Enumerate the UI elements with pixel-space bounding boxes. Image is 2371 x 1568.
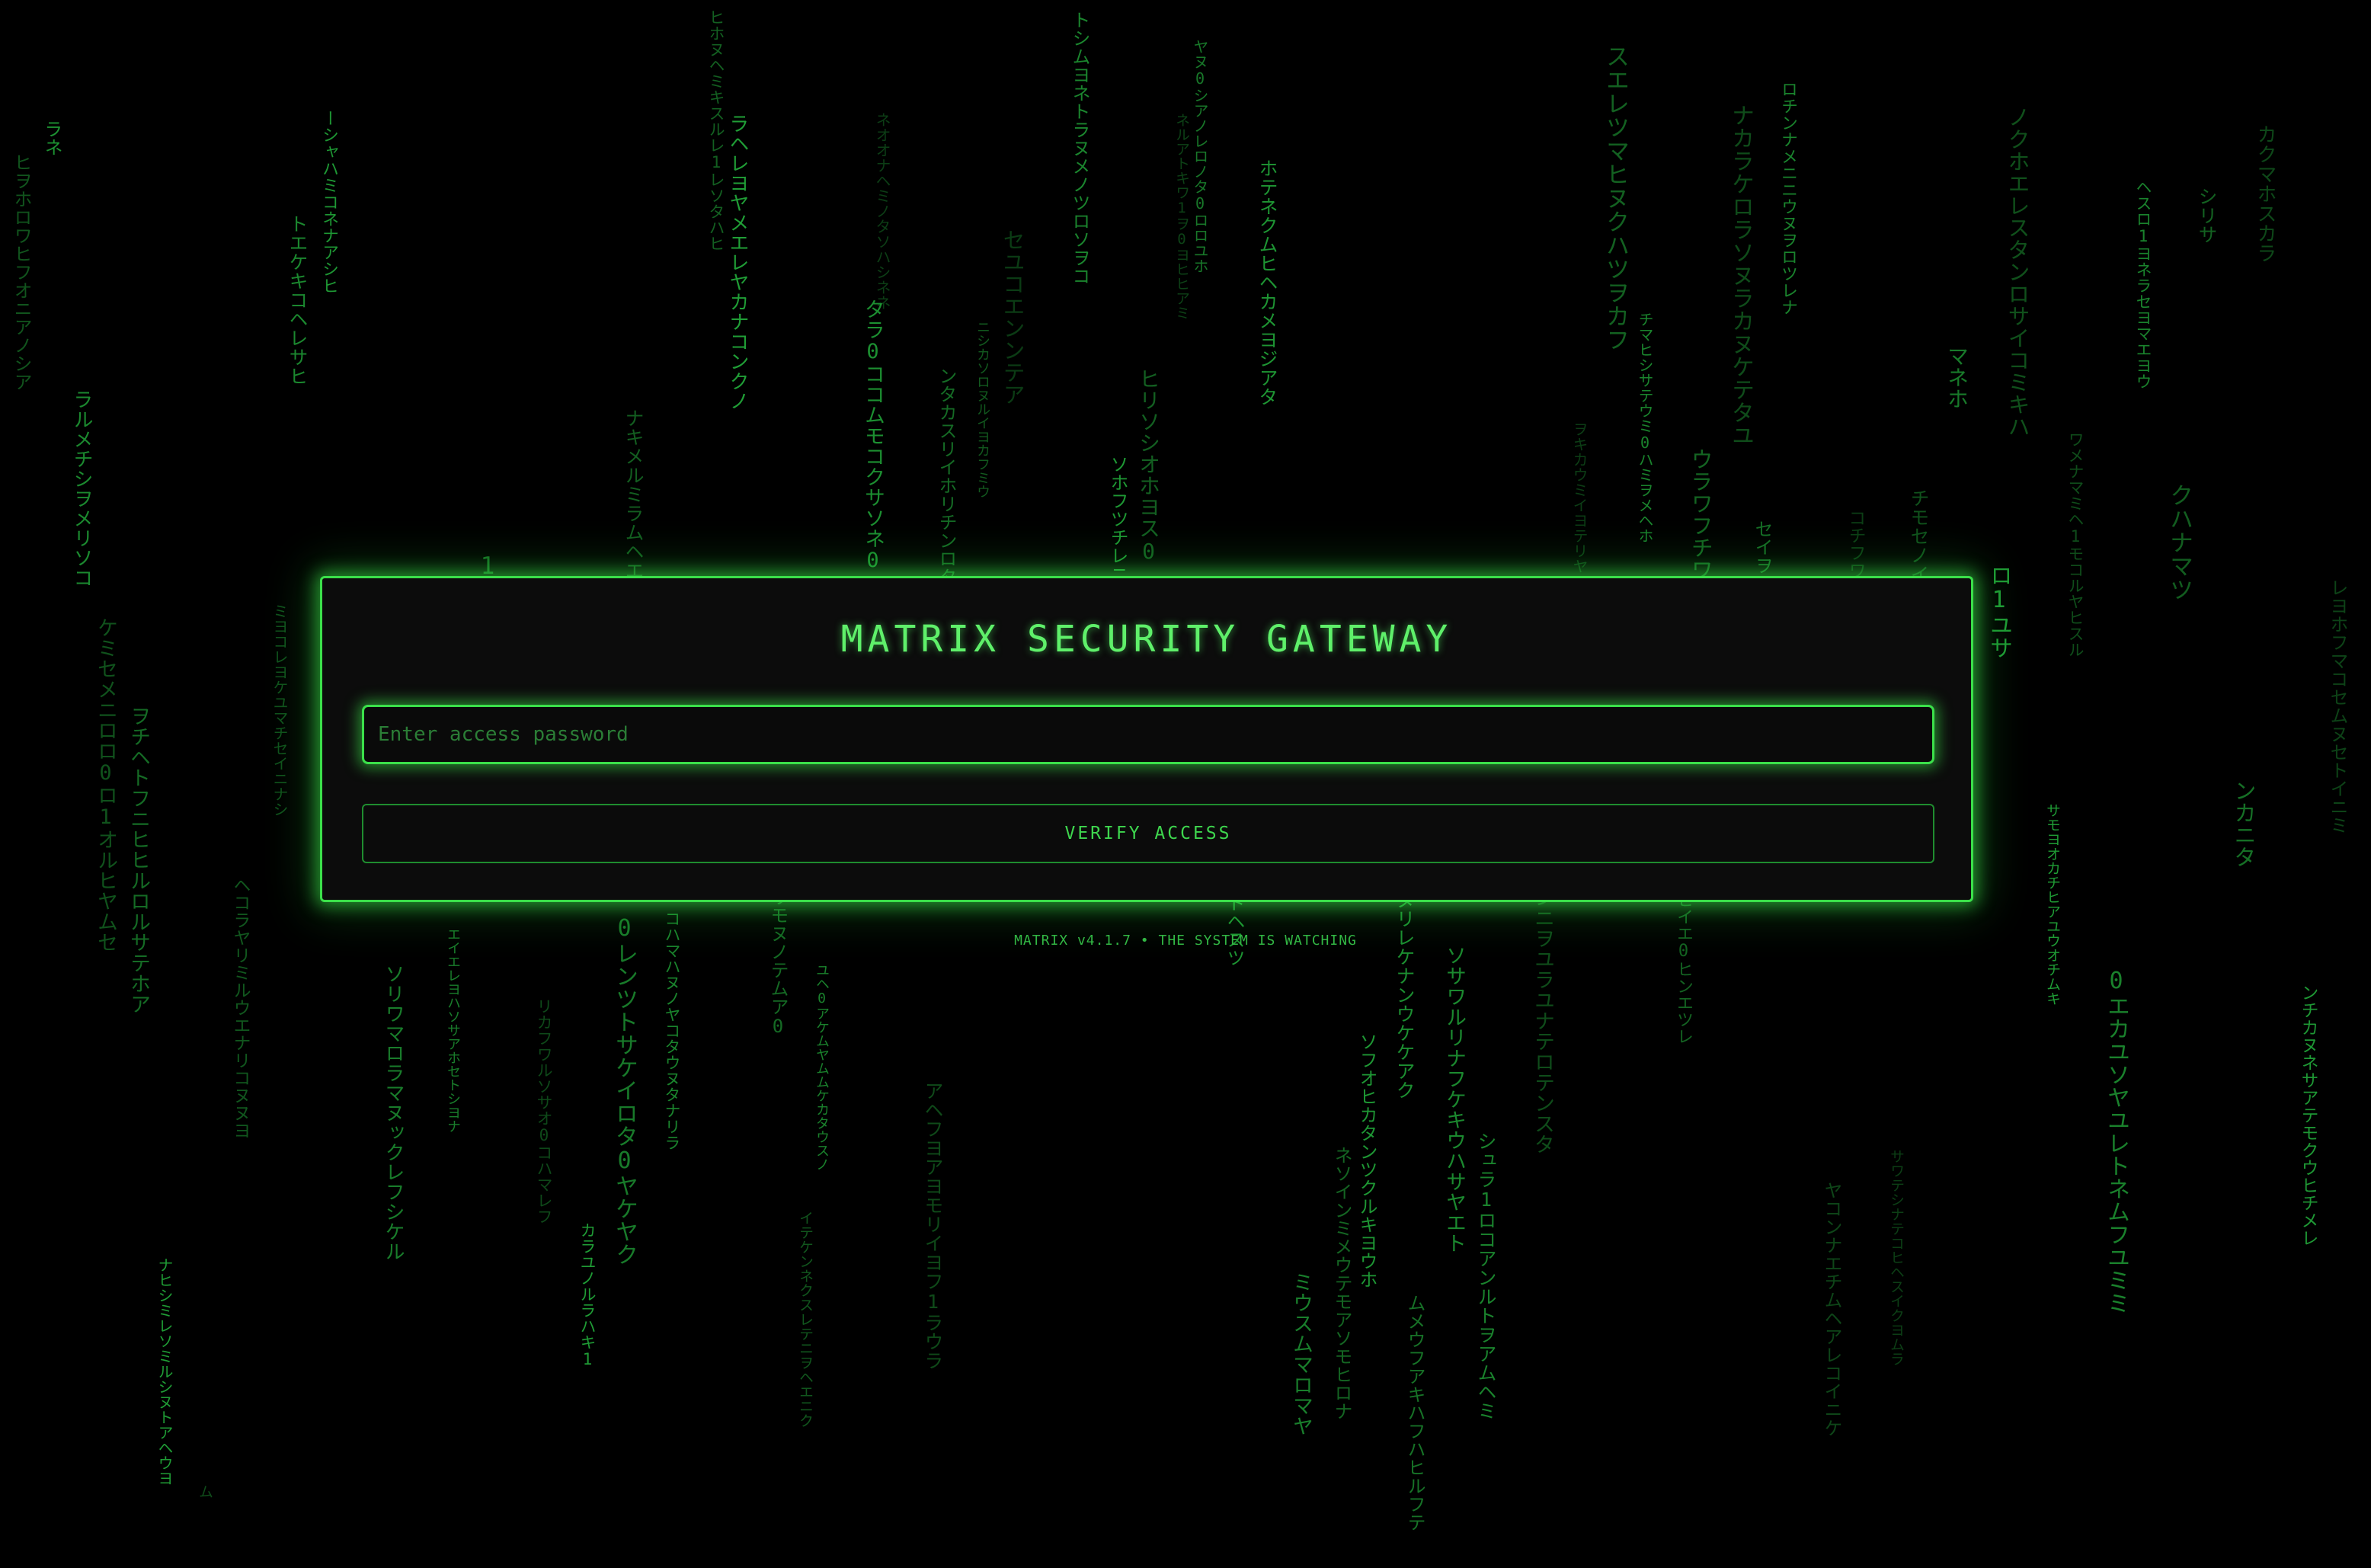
code-rain-column: ラルメチシヲメリソコ bbox=[70, 389, 93, 587]
code-rain-column: リカフワルソサオ0コハマレフ bbox=[535, 998, 553, 1224]
code-rain-column: レヨホフマコセムヌセトイニミ bbox=[2327, 578, 2348, 834]
code-rain-column: ーシャハミコネナアシヒ bbox=[319, 110, 338, 294]
code-rain-column: タラ0ココムモコクサソネ0 bbox=[861, 299, 885, 572]
code-rain-column: トエケキコヘレサヒ bbox=[286, 214, 309, 386]
code-rain-column: ロ1ユサ bbox=[1985, 564, 2012, 659]
code-rain-column: ヤコンナエチムヘアレコイニケ bbox=[1821, 1181, 1842, 1437]
code-rain-column: ナカラケロラソヌラカヌケテタユ bbox=[1727, 104, 1754, 446]
code-rain-column: スエレツマヒヌクハツヲカフ bbox=[1601, 44, 1629, 351]
code-rain-column: ラネ bbox=[41, 120, 62, 156]
code-rain-column: リンニヲユラユナテロテンスタ bbox=[1531, 866, 1554, 1154]
code-rain-column: アヘフヨアヨモリイヨフ1ラウラ bbox=[922, 1081, 944, 1370]
code-rain-column: セユコエンンテア bbox=[1000, 229, 1026, 405]
code-rain-column: ンカニタ bbox=[2231, 779, 2257, 868]
code-rain-column: ム bbox=[197, 1484, 213, 1499]
code-rain-column: ミヨコレヨケユマチセイニナシ bbox=[270, 603, 289, 817]
code-rain-column: ニシカソロヌルイヨカフミウ bbox=[974, 320, 990, 498]
code-rain-column: ワメナマミヘ1モコルヤヒスル bbox=[2066, 431, 2085, 658]
code-rain-column: 0エカユソヤユレトネムフユミミ bbox=[2103, 968, 2129, 1314]
code-rain-column: クハナマツ bbox=[2165, 483, 2193, 601]
code-rain-column: ソフオヒカタンツクルキヨウホ bbox=[1356, 1032, 1377, 1288]
code-rain-column: サモヨオカチヒアユウオチムキ bbox=[2044, 803, 2061, 1006]
code-rain-column: ソサワルリナフケキウハサヤエト bbox=[1442, 945, 1466, 1253]
code-rain-column: エイエレヨハソサアホセトシヨナ bbox=[445, 927, 461, 1133]
code-rain-column: ナヒシミレソミルシヌトアヘウヨ bbox=[155, 1257, 174, 1486]
code-rain-column: マネホ bbox=[1944, 345, 1969, 409]
code-rain-column: シュラ1ロコアンルトヲアムヘミ bbox=[1475, 1131, 1497, 1420]
code-rain-column: ネソインミメウテモアソモヒロナ bbox=[1331, 1146, 1352, 1420]
page-title: MATRIX SECURITY GATEWAY bbox=[840, 618, 1453, 661]
code-rain-column: シリサ bbox=[2196, 187, 2218, 244]
code-rain-column: ホテネクムヒヘカメヨジアタ bbox=[1256, 158, 1278, 406]
code-rain-column: ミウスムマロマヤ bbox=[1289, 1272, 1313, 1436]
code-rain-column: トシムヨネトラヌメノツロソヲコ bbox=[1069, 11, 1090, 285]
login-panel: MATRIX SECURITY GATEWAY VERIFY ACCESS bbox=[320, 576, 1973, 902]
code-rain-column: サワテシナテコヒヘスイクヨムラ bbox=[1888, 1149, 1905, 1366]
code-rain-column: ノクホエレスタンロサイコミキハ bbox=[2005, 106, 2030, 437]
code-rain-column: イテケンネクスレテニヲヘエニク bbox=[797, 1211, 814, 1428]
code-rain-column: ヘコラヤリミルウエナリコヌヌヨ bbox=[230, 876, 250, 1139]
code-rain-column: ヘスロ1ヨネラセヨマエヨウ bbox=[2134, 179, 2152, 389]
code-rain-column: ケミセメニロロ0ロ1オルヒヤムセ bbox=[94, 617, 117, 952]
code-rain-column: ネオオナヘミノタソハシネネ bbox=[873, 112, 891, 310]
code-rain-column: ロチンナメニニウヌヲロツレナ bbox=[1778, 81, 1797, 315]
code-rain-column: ンチカヌネサアテモクウヒチメレ bbox=[2298, 984, 2318, 1246]
version-footer: MATRIX v4.1.7 • THE SYSTEM IS WATCHING bbox=[1014, 933, 1357, 949]
code-rain-column: ヒヲホロワヒフオニアノシア bbox=[11, 153, 32, 391]
code-rain-column: ヒホヌヘミキスルレ1レソタハヒ bbox=[707, 9, 725, 251]
code-rain-column: ヒリソシオホヨス0 bbox=[1136, 368, 1161, 564]
password-input[interactable] bbox=[362, 705, 1934, 764]
code-rain-column: ヤヌ0シアノレロノタ0ロロユホ bbox=[1191, 39, 1209, 274]
code-rain-column: チマヒシサテウミ0ハミヲメヘホ bbox=[1636, 312, 1654, 543]
code-rain-column: ソリワマロラマヌックレフシケル bbox=[382, 964, 405, 1261]
code-rain-column: 0レンツトサケイロタ0ヤケヤク bbox=[611, 915, 638, 1266]
code-rain-column: ユヘ0アケムヤムムケカタウスノ bbox=[814, 963, 830, 1171]
code-rain-column: カクマホスカラ bbox=[2254, 124, 2277, 263]
code-rain-column: ネルアトキワ1ヲ0ヨヒヒアミ bbox=[1173, 113, 1190, 320]
code-rain-column: ヲチヘトフニヒヒルロルサテホア bbox=[126, 706, 150, 1014]
code-rain-column: ラヘレヨヤメエレヤカナコンクノ bbox=[726, 114, 749, 411]
verify-access-button[interactable]: VERIFY ACCESS bbox=[362, 804, 1934, 863]
code-rain-column: ムメウフアキハフハヒルフテ bbox=[1404, 1294, 1425, 1531]
code-rain-column: カラユノルラハキ1 bbox=[578, 1222, 597, 1368]
